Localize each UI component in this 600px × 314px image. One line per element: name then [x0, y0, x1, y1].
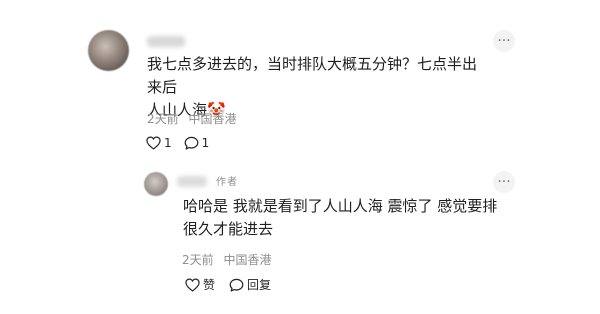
- comment-time: 2天前: [147, 112, 179, 126]
- like-count: 1: [164, 136, 172, 150]
- more-horizontal-icon: ···: [497, 174, 511, 190]
- reply-text: 哈哈是 我就是看到了人山人海 震惊了 感觉要排 很久才能进去: [183, 197, 498, 238]
- reply-label: 回复: [247, 278, 272, 292]
- like-label: 赞: [203, 278, 216, 292]
- heart-icon: [185, 277, 200, 292]
- heart-icon: [146, 136, 161, 150]
- more-options-button[interactable]: ···: [493, 30, 515, 52]
- author-avatar[interactable]: [144, 172, 168, 196]
- reply-count: 1: [201, 136, 210, 150]
- reply-meta: 2天前 中国香港: [182, 251, 271, 268]
- reply-time: 2天前: [182, 253, 214, 267]
- reply-more-options-button[interactable]: ···: [493, 171, 515, 193]
- author-name-blurred[interactable]: [177, 176, 207, 187]
- reply-like-button[interactable]: 赞: [185, 276, 215, 293]
- more-horizontal-icon: ···: [497, 33, 511, 49]
- reply-actions: 赞 回复: [185, 276, 271, 293]
- reply-reply-button[interactable]: 回复: [229, 276, 271, 293]
- comment-meta: 2天前 中国香港: [147, 110, 236, 127]
- comment-bubble-icon: [229, 278, 244, 292]
- comment-bubble-icon: [184, 136, 199, 150]
- author-badge: 作者: [216, 177, 238, 188]
- commenter-avatar[interactable]: [88, 30, 129, 71]
- commenter-name-blurred[interactable]: [147, 36, 185, 47]
- like-button[interactable]: 1: [146, 136, 172, 150]
- reply-location: 中国香港: [223, 253, 272, 267]
- comment-actions: 1 1: [146, 136, 209, 150]
- reply-button[interactable]: 1: [184, 136, 210, 150]
- comment-location: 中国香港: [188, 112, 237, 126]
